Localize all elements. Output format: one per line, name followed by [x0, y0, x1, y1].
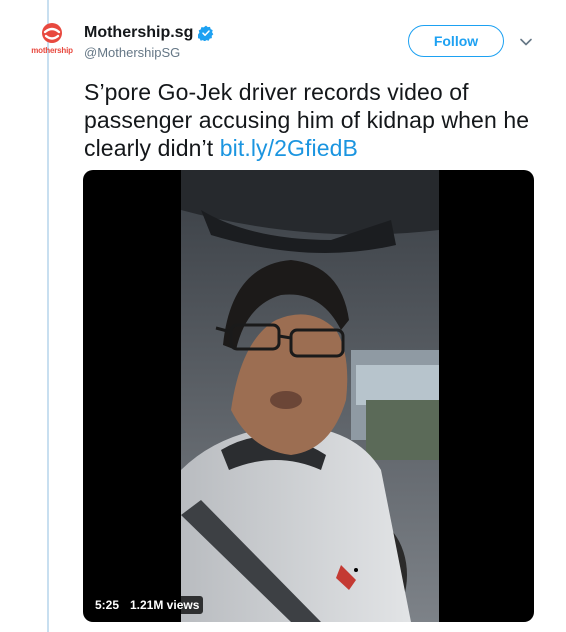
account-name-row[interactable]: Mothership.sg: [84, 22, 214, 44]
logo-text: mothership: [31, 46, 73, 55]
thread-line: [47, 0, 49, 632]
account-handle[interactable]: @MothershipSG: [84, 45, 180, 60]
video-views: 1.21M views: [126, 596, 204, 614]
follow-button[interactable]: Follow: [408, 25, 504, 57]
tweet-text: S’pore Go-Jek driver records video of pa…: [84, 78, 544, 162]
verified-badge-icon: [198, 25, 214, 41]
chevron-down-icon[interactable]: [519, 35, 533, 49]
avatar[interactable]: mothership: [28, 22, 76, 62]
video-duration: 5:25: [91, 596, 124, 614]
tweet-link[interactable]: bit.ly/2GfiedB: [220, 135, 358, 161]
mothership-logo-icon: [42, 23, 62, 43]
display-name[interactable]: Mothership.sg: [84, 24, 193, 42]
video-player[interactable]: 5:25 1.21M views: [83, 170, 534, 622]
video-thumbnail: [181, 170, 439, 622]
